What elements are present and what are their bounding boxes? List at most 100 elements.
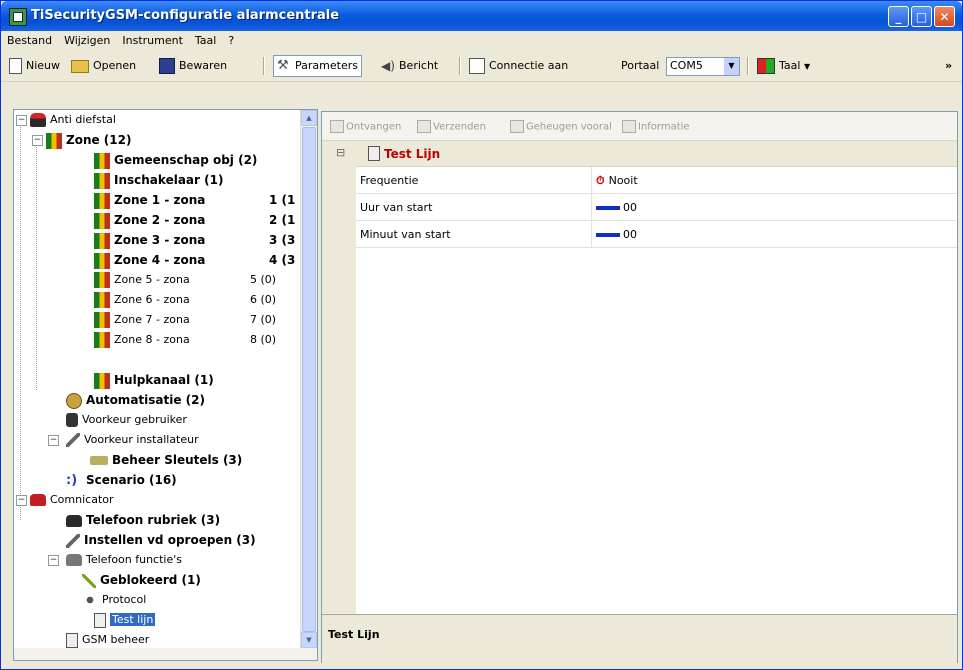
memory-button[interactable]: Geheugen vooral [510,120,612,133]
description-pane: Test Lijn [322,614,957,663]
floppy-icon [159,58,175,74]
language-button[interactable]: Taal ▼ [757,56,810,76]
tree-automation[interactable]: Automatisatie (2) [66,390,205,410]
tree-common-obj[interactable]: Gemeenschap obj (2) [94,150,257,170]
navigation-tree: − Anti diefstal − Zone (12) Gemeenschap … [13,109,318,661]
zone-icon [46,132,62,149]
tree-label: Test lijn [110,613,156,626]
property-value[interactable]: ⏱ Nooit [596,174,638,188]
property-value[interactable]: 00 [596,201,637,214]
tree-label: Zone (12) [66,133,132,147]
zone-count: 8 (0) [250,333,277,346]
tree-phone-functions[interactable]: Telefoon functie's [66,550,182,570]
tree-zone-7[interactable]: Zone 7 - zona [94,310,190,330]
wrench-icon: ⚒ [277,58,289,73]
tree-zone-1[interactable]: Zone 1 - zona [94,190,205,210]
zone-count: 1 (1 [269,193,296,207]
tree-phonebook[interactable]: Telefoon rubriek (3) [66,510,220,530]
tree-pref-installer[interactable]: Voorkeur installateur [66,430,199,450]
zone-icon [94,312,110,328]
tree-aux[interactable]: Hulpkanaal (1) [94,370,214,390]
tree-zone-5[interactable]: Zone 5 - zona [94,270,190,290]
open-button[interactable]: Openen [71,56,136,76]
menu-wijzigen[interactable]: Wijzigen [58,31,116,47]
menu-taal[interactable]: Taal [189,31,222,47]
port-label: Portaal [621,59,660,72]
dropdown-arrow-icon: ▼ [803,62,811,71]
tree-label: Anti diefstal [50,113,116,126]
collapse-icon[interactable]: ⊟ [336,146,345,159]
tree-hscrollbar[interactable] [14,648,301,660]
collapse-anti-theft[interactable]: − [16,115,27,126]
row-start-hour[interactable]: Uur van start 00 [356,194,957,221]
tree-scenario[interactable]: :) Scenario (16) [66,470,177,490]
section-title: Test Lijn [384,147,441,161]
tree-protocol[interactable]: Protocol [82,590,146,610]
scroll-down-icon[interactable]: ▼ [301,632,317,648]
zone-icon [94,272,110,288]
maximize-button[interactable]: □ [911,6,932,27]
key-icon [90,456,108,465]
scroll-thumb[interactable] [302,127,316,632]
tree-switch[interactable]: Inschakelaar (1) [94,170,223,190]
toolbar-overflow-button[interactable]: » [945,56,952,76]
tree-communicator[interactable]: Comnicator [30,490,114,510]
collapse-phone-functions[interactable]: − [48,555,59,566]
menu-instrument[interactable]: Instrument [116,31,189,47]
section-header[interactable]: ⊟ Test Lijn [322,141,957,167]
tree-label: Zone 1 - zona [114,193,206,207]
tree-zone-2[interactable]: Zone 2 - zona [94,210,205,230]
tree-zone-3[interactable]: Zone 3 - zona [94,230,205,250]
main-window: TiSecurityGSM-configuratie alarmcentrale… [0,0,963,670]
menu-help[interactable]: ? [222,31,240,47]
message-button[interactable]: ◀) Bericht [381,56,438,76]
toolbar-separator [263,57,265,75]
menu-bestand[interactable]: Bestand [1,31,58,47]
property-key: Frequentie [360,174,419,187]
row-frequency[interactable]: Frequentie ⏱ Nooit [356,167,957,194]
collapse-pref-installer[interactable]: − [48,435,59,446]
tree-zone[interactable]: Zone (12) [46,130,131,150]
zone-count: 5 (0) [250,273,277,286]
new-button[interactable]: Nieuw [9,56,60,76]
value-text: 00 [623,228,637,241]
tree-call-settings[interactable]: Instellen vd oproepen (3) [66,530,256,550]
tree-anti-theft[interactable]: Anti diefstal [30,110,116,130]
tree-zone-8[interactable]: Zone 8 - zona [94,330,190,350]
memory-label: Geheugen vooral [526,121,612,133]
row-start-minute[interactable]: Minuut van start 00 [356,221,957,248]
tree-zone-6[interactable]: Zone 6 - zona [94,290,190,310]
chevron-down-icon[interactable]: ▼ [724,58,739,75]
gsm-icon [66,632,78,648]
info-button[interactable]: Informatie [622,120,690,133]
minimize-button[interactable]: _ [888,6,909,27]
tree-pref-user[interactable]: Voorkeur gebruiker [66,410,187,430]
property-key: Minuut van start [360,228,451,241]
phone-icon [30,494,46,506]
tree-gsm[interactable]: GSM beheer [66,630,149,650]
test-icon [368,146,380,161]
scroll-up-icon[interactable]: ▲ [301,110,317,126]
parameters-button[interactable]: ⚒ Parameters [273,55,362,77]
tree-label: Zone 4 - zona [114,253,206,267]
port-select[interactable]: COM5 ▼ [666,57,740,76]
receive-button[interactable]: Ontvangen [330,120,401,133]
tree-test-line[interactable]: Test lijn [94,610,156,630]
tree-scrollbar[interactable]: ▲ ▼ [300,110,317,660]
connect-button[interactable]: Connectie aan [469,56,568,76]
slider-icon [596,206,620,210]
save-label: Bewaren [179,59,228,72]
close-button[interactable]: ✕ [934,6,955,27]
zone-count: 4 (3 [269,253,296,267]
collapse-communicator[interactable]: − [16,495,27,506]
title-bar[interactable]: TiSecurityGSM-configuratie alarmcentrale… [1,1,962,31]
save-button[interactable]: Bewaren [159,56,227,76]
tree-keys[interactable]: Beheer Sleutels (3) [90,450,242,470]
property-value[interactable]: 00 [596,228,637,241]
tree-blocked[interactable]: Geblokeerd (1) [82,570,201,590]
column-divider [591,221,592,247]
tree-zone-4[interactable]: Zone 4 - zona [94,250,205,270]
info-icon [622,120,636,133]
send-button[interactable]: Verzenden [417,120,486,133]
collapse-zone[interactable]: − [32,135,43,146]
